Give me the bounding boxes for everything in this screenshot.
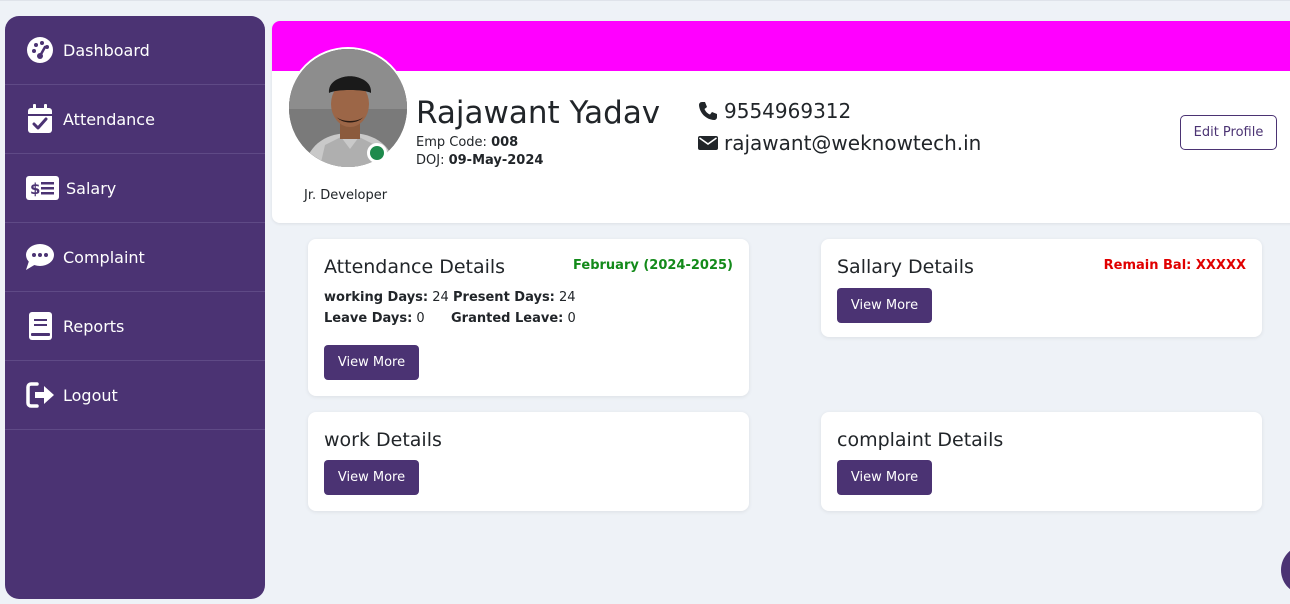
emp-code-value: 008 [491, 135, 519, 150]
attendance-view-more-button[interactable]: View More [324, 345, 419, 380]
online-status-dot [367, 143, 387, 163]
leave-days-stat: Leave Days: 0 [324, 311, 425, 326]
phone-number: 9554969312 [724, 99, 852, 123]
avatar [287, 47, 409, 169]
money-check-icon: $ [25, 173, 59, 203]
attendance-card: Attendance Details February (2024-2025) … [308, 239, 749, 396]
working-days-value: 24 [432, 290, 449, 305]
sidebar-item-label: Salary [66, 178, 117, 198]
working-days-stat: working Days: 24 [324, 290, 449, 305]
work-title: work Details [324, 429, 442, 451]
work-card: work Details View More [308, 412, 749, 511]
phone-icon [698, 101, 718, 121]
granted-leave-stat: Granted Leave: 0 [451, 311, 576, 326]
floating-chat-button[interactable] [1281, 545, 1290, 595]
edit-profile-button[interactable]: Edit Profile [1180, 115, 1277, 150]
present-days-label: Present Days: [453, 290, 555, 305]
complaint-card: complaint Details View More [821, 412, 1262, 511]
profile-banner [272, 21, 1290, 71]
salary-title: Sallary Details [837, 256, 974, 278]
sidebar-item-complaint[interactable]: Complaint [5, 223, 265, 292]
email-contact: rajawant@weknowtech.in [698, 131, 981, 155]
avatar-wrap [287, 47, 409, 169]
attendance-title: Attendance Details [324, 256, 506, 278]
work-view-more-button[interactable]: View More [324, 460, 419, 495]
leave-days-label: Leave Days: [324, 311, 413, 326]
sidebar-item-label: Complaint [63, 247, 145, 267]
sidebar-item-label: Attendance [63, 109, 155, 129]
dashboard-gauge-icon [25, 35, 55, 65]
employee-doj: DOJ: 09-May-2024 [416, 153, 543, 168]
sidebar-item-attendance[interactable]: Attendance [5, 85, 265, 154]
calendar-check-icon [25, 104, 55, 134]
sidebar-item-label: Logout [63, 385, 118, 405]
sidebar-item-dashboard[interactable]: Dashboard [5, 16, 265, 85]
profile-card: Jr. Developer Rajawant Yadav Emp Code: 0… [272, 21, 1290, 223]
sidebar: Dashboard Attendance $ Salary Complaint … [5, 16, 265, 599]
phone-contact: 9554969312 [698, 99, 851, 123]
leave-days-value: 0 [416, 311, 425, 326]
doj-value: 09-May-2024 [448, 153, 544, 168]
top-border [0, 0, 1290, 1]
sidebar-item-logout[interactable]: Logout [5, 361, 265, 430]
granted-leave-label: Granted Leave: [451, 311, 564, 326]
salary-view-more-button[interactable]: View More [837, 288, 932, 323]
complaint-title: complaint Details [837, 429, 1004, 451]
sidebar-item-label: Reports [63, 316, 125, 336]
employee-code: Emp Code: 008 [416, 135, 518, 150]
salary-card: Sallary Details Remain Bal: XXXXX View M… [821, 239, 1262, 337]
complaint-view-more-button[interactable]: View More [837, 460, 932, 495]
envelope-icon [698, 135, 718, 151]
remain-balance: Remain Bal: XXXXX [1103, 258, 1246, 273]
attendance-period: February (2024-2025) [573, 258, 733, 273]
working-days-label: working Days: [324, 290, 429, 305]
sidebar-item-salary[interactable]: $ Salary [5, 154, 265, 223]
granted-leave-value: 0 [567, 311, 576, 326]
email-address: rajawant@weknowtech.in [724, 131, 982, 155]
chat-bubble-icon [25, 242, 55, 272]
sidebar-item-label: Dashboard [63, 40, 150, 60]
sidebar-item-reports[interactable]: Reports [5, 292, 265, 361]
emp-code-label: Emp Code: [416, 135, 492, 150]
logout-icon [25, 380, 57, 410]
present-days-stat: Present Days: 24 [453, 290, 576, 305]
employee-name: Rajawant Yadav [416, 95, 661, 131]
present-days-value: 24 [559, 290, 576, 305]
book-icon [25, 311, 55, 341]
svg-text:$: $ [30, 180, 40, 198]
doj-label: DOJ: [416, 153, 449, 168]
employee-role: Jr. Developer [304, 188, 388, 203]
